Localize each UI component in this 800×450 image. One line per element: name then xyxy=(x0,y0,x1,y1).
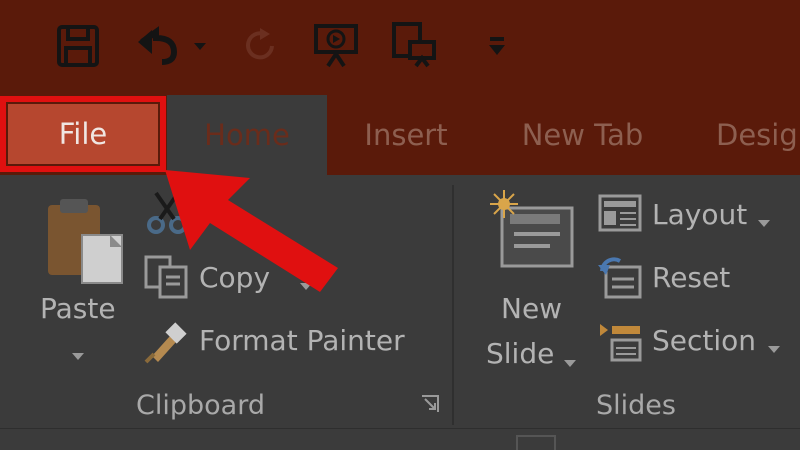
annotation-arrow xyxy=(165,170,338,292)
